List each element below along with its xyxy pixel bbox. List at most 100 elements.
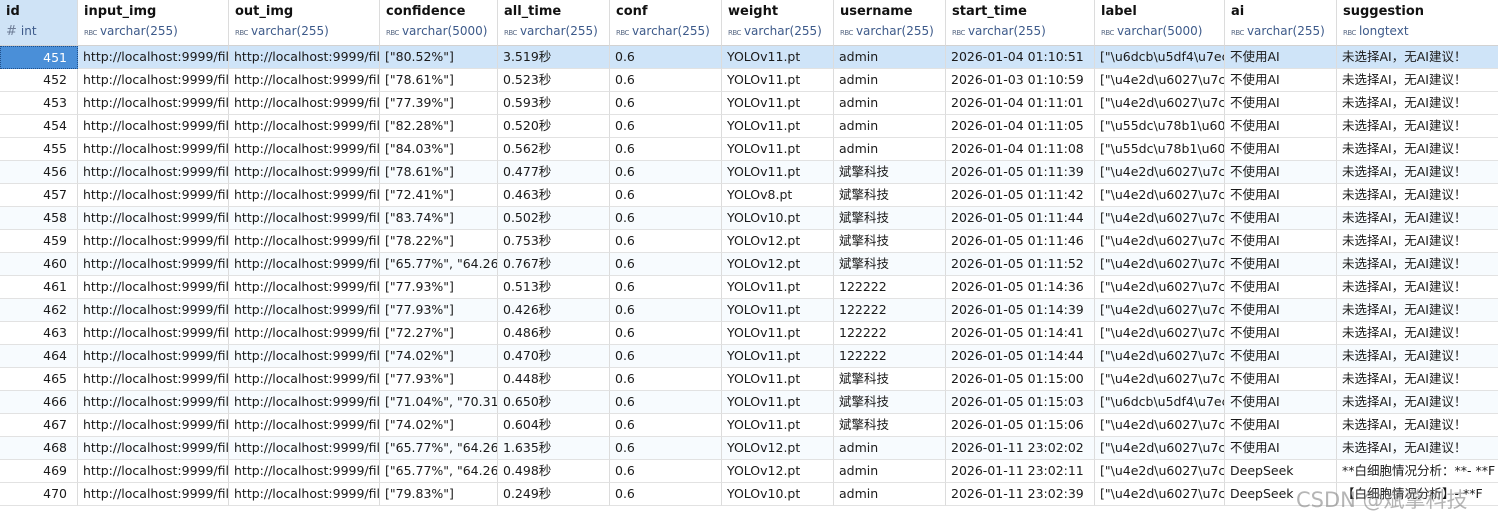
cell-all-time[interactable]: 0.767秒: [498, 253, 610, 276]
cell-ai[interactable]: 不使用AI: [1225, 230, 1337, 253]
cell-conf[interactable]: 0.6: [610, 138, 722, 161]
cell-all-time[interactable]: 0.477秒: [498, 161, 610, 184]
cell-username[interactable]: 斌擎科技: [834, 391, 946, 414]
cell-input-img[interactable]: http://localhost:9999/file: [78, 46, 229, 69]
cell-input-img[interactable]: http://localhost:9999/file: [78, 391, 229, 414]
cell-start-time[interactable]: 2026-01-05 01:15:00: [946, 368, 1095, 391]
table-row[interactable]: 454 http://localhost:9999/file http://loca…: [0, 115, 1498, 138]
cell-label[interactable]: ["\u4e2d\u6027\u7c9: [1095, 299, 1225, 322]
cell-ai[interactable]: 不使用AI: [1225, 207, 1337, 230]
cell-id[interactable]: 456: [0, 161, 78, 184]
cell-input-img[interactable]: http://localhost:9999/file: [78, 230, 229, 253]
cell-id[interactable]: 465: [0, 368, 78, 391]
column-header-ai[interactable]: ai RBC varchar(255): [1225, 0, 1337, 46]
cell-out-img[interactable]: http://localhost:9999/file: [229, 253, 380, 276]
cell-id[interactable]: 458: [0, 207, 78, 230]
cell-id[interactable]: 455: [0, 138, 78, 161]
cell-confidence[interactable]: ["77.93%"]: [380, 299, 498, 322]
cell-out-img[interactable]: http://localhost:9999/file: [229, 161, 380, 184]
table-row[interactable]: 464 http://localhost:9999/file http://loca…: [0, 345, 1498, 368]
cell-confidence[interactable]: ["82.28%"]: [380, 115, 498, 138]
cell-all-time[interactable]: 0.249秒: [498, 483, 610, 506]
table-row[interactable]: 452 http://localhost:9999/file http://loca…: [0, 69, 1498, 92]
cell-ai[interactable]: 不使用AI: [1225, 115, 1337, 138]
column-header-input-img[interactable]: input_img RBC varchar(255): [78, 0, 229, 46]
cell-input-img[interactable]: http://localhost:9999/file: [78, 322, 229, 345]
cell-label[interactable]: ["\u4e2d\u6027\u7c9: [1095, 92, 1225, 115]
cell-suggestion[interactable]: 未选择AI，无AI建议！: [1337, 69, 1498, 92]
table-row[interactable]: 463 http://localhost:9999/file http://loca…: [0, 322, 1498, 345]
cell-confidence[interactable]: ["65.77%", "64.26%: [380, 437, 498, 460]
cell-all-time[interactable]: 0.502秒: [498, 207, 610, 230]
cell-out-img[interactable]: http://localhost:9999/file: [229, 345, 380, 368]
cell-id[interactable]: 468: [0, 437, 78, 460]
table-row[interactable]: 451 http://localhost:9999/file http://loca…: [0, 46, 1498, 69]
cell-start-time[interactable]: 2026-01-11 23:02:39: [946, 483, 1095, 506]
cell-confidence[interactable]: ["72.27%"]: [380, 322, 498, 345]
cell-suggestion[interactable]: 未选择AI，无AI建议！: [1337, 437, 1498, 460]
cell-label[interactable]: ["\u6dcb\u5df4\u7ec: [1095, 46, 1225, 69]
cell-all-time[interactable]: 0.523秒: [498, 69, 610, 92]
cell-id[interactable]: 464: [0, 345, 78, 368]
cell-weight[interactable]: YOLOv12.pt: [722, 460, 834, 483]
cell-suggestion[interactable]: 未选择AI，无AI建议！: [1337, 115, 1498, 138]
cell-confidence[interactable]: ["72.41%"]: [380, 184, 498, 207]
cell-input-img[interactable]: http://localhost:9999/file: [78, 460, 229, 483]
table-row[interactable]: 460 http://localhost:9999/file http://loca…: [0, 253, 1498, 276]
cell-all-time[interactable]: 0.470秒: [498, 345, 610, 368]
cell-label[interactable]: ["\u4e2d\u6027\u7c9: [1095, 230, 1225, 253]
table-row[interactable]: 466 http://localhost:9999/file http://loca…: [0, 391, 1498, 414]
cell-label[interactable]: ["\u6dcb\u5df4\u7ec: [1095, 391, 1225, 414]
cell-label[interactable]: ["\u4e2d\u6027\u7c9: [1095, 253, 1225, 276]
cell-confidence[interactable]: ["80.52%"]: [380, 46, 498, 69]
cell-username[interactable]: 斌擎科技: [834, 414, 946, 437]
cell-start-time[interactable]: 2026-01-05 01:14:44: [946, 345, 1095, 368]
cell-out-img[interactable]: http://localhost:9999/file: [229, 69, 380, 92]
cell-suggestion[interactable]: 未选择AI，无AI建议！: [1337, 161, 1498, 184]
cell-conf[interactable]: 0.6: [610, 460, 722, 483]
cell-all-time[interactable]: 0.604秒: [498, 414, 610, 437]
cell-username[interactable]: 斌擎科技: [834, 230, 946, 253]
cell-label[interactable]: ["\u4e2d\u6027\u7c9: [1095, 368, 1225, 391]
cell-confidence[interactable]: ["74.02%"]: [380, 345, 498, 368]
cell-start-time[interactable]: 2026-01-05 01:14:41: [946, 322, 1095, 345]
cell-start-time[interactable]: 2026-01-03 01:10:59: [946, 69, 1095, 92]
cell-confidence[interactable]: ["83.74%"]: [380, 207, 498, 230]
cell-suggestion[interactable]: 未选择AI，无AI建议！: [1337, 207, 1498, 230]
cell-out-img[interactable]: http://localhost:9999/file: [229, 92, 380, 115]
cell-username[interactable]: 122222: [834, 299, 946, 322]
cell-ai[interactable]: 不使用AI: [1225, 253, 1337, 276]
cell-weight[interactable]: YOLOv11.pt: [722, 69, 834, 92]
cell-label[interactable]: ["\u55dc\u78b1\u60: [1095, 115, 1225, 138]
cell-weight[interactable]: YOLOv12.pt: [722, 437, 834, 460]
column-header-all-time[interactable]: all_time RBC varchar(255): [498, 0, 610, 46]
column-header-conf[interactable]: conf RBC varchar(255): [610, 0, 722, 46]
cell-out-img[interactable]: http://localhost:9999/file: [229, 322, 380, 345]
cell-suggestion[interactable]: 未选择AI，无AI建议！: [1337, 253, 1498, 276]
cell-input-img[interactable]: http://localhost:9999/file: [78, 276, 229, 299]
cell-ai[interactable]: 不使用AI: [1225, 138, 1337, 161]
cell-ai[interactable]: 不使用AI: [1225, 299, 1337, 322]
cell-out-img[interactable]: http://localhost:9999/file: [229, 184, 380, 207]
cell-weight[interactable]: YOLOv11.pt: [722, 138, 834, 161]
cell-id[interactable]: 470: [0, 483, 78, 506]
cell-weight[interactable]: YOLOv12.pt: [722, 230, 834, 253]
cell-confidence[interactable]: ["84.03%"]: [380, 138, 498, 161]
cell-label[interactable]: ["\u4e2d\u6027\u7c9: [1095, 322, 1225, 345]
cell-confidence[interactable]: ["78.61%"]: [380, 161, 498, 184]
cell-weight[interactable]: YOLOv11.pt: [722, 391, 834, 414]
cell-weight[interactable]: YOLOv11.pt: [722, 322, 834, 345]
cell-weight[interactable]: YOLOv11.pt: [722, 299, 834, 322]
cell-input-img[interactable]: http://localhost:9999/file: [78, 115, 229, 138]
cell-input-img[interactable]: http://localhost:9999/file: [78, 138, 229, 161]
cell-all-time[interactable]: 1.635秒: [498, 437, 610, 460]
cell-suggestion[interactable]: 未选择AI，无AI建议！: [1337, 138, 1498, 161]
cell-ai[interactable]: 不使用AI: [1225, 161, 1337, 184]
cell-label[interactable]: ["\u4e2d\u6027\u7c9: [1095, 345, 1225, 368]
cell-all-time[interactable]: 0.520秒: [498, 115, 610, 138]
cell-all-time[interactable]: 0.486秒: [498, 322, 610, 345]
cell-id[interactable]: 467: [0, 414, 78, 437]
cell-input-img[interactable]: http://localhost:9999/file: [78, 69, 229, 92]
table-row[interactable]: 455 http://localhost:9999/file http://loca…: [0, 138, 1498, 161]
cell-suggestion[interactable]: 未选择AI，无AI建议！: [1337, 230, 1498, 253]
